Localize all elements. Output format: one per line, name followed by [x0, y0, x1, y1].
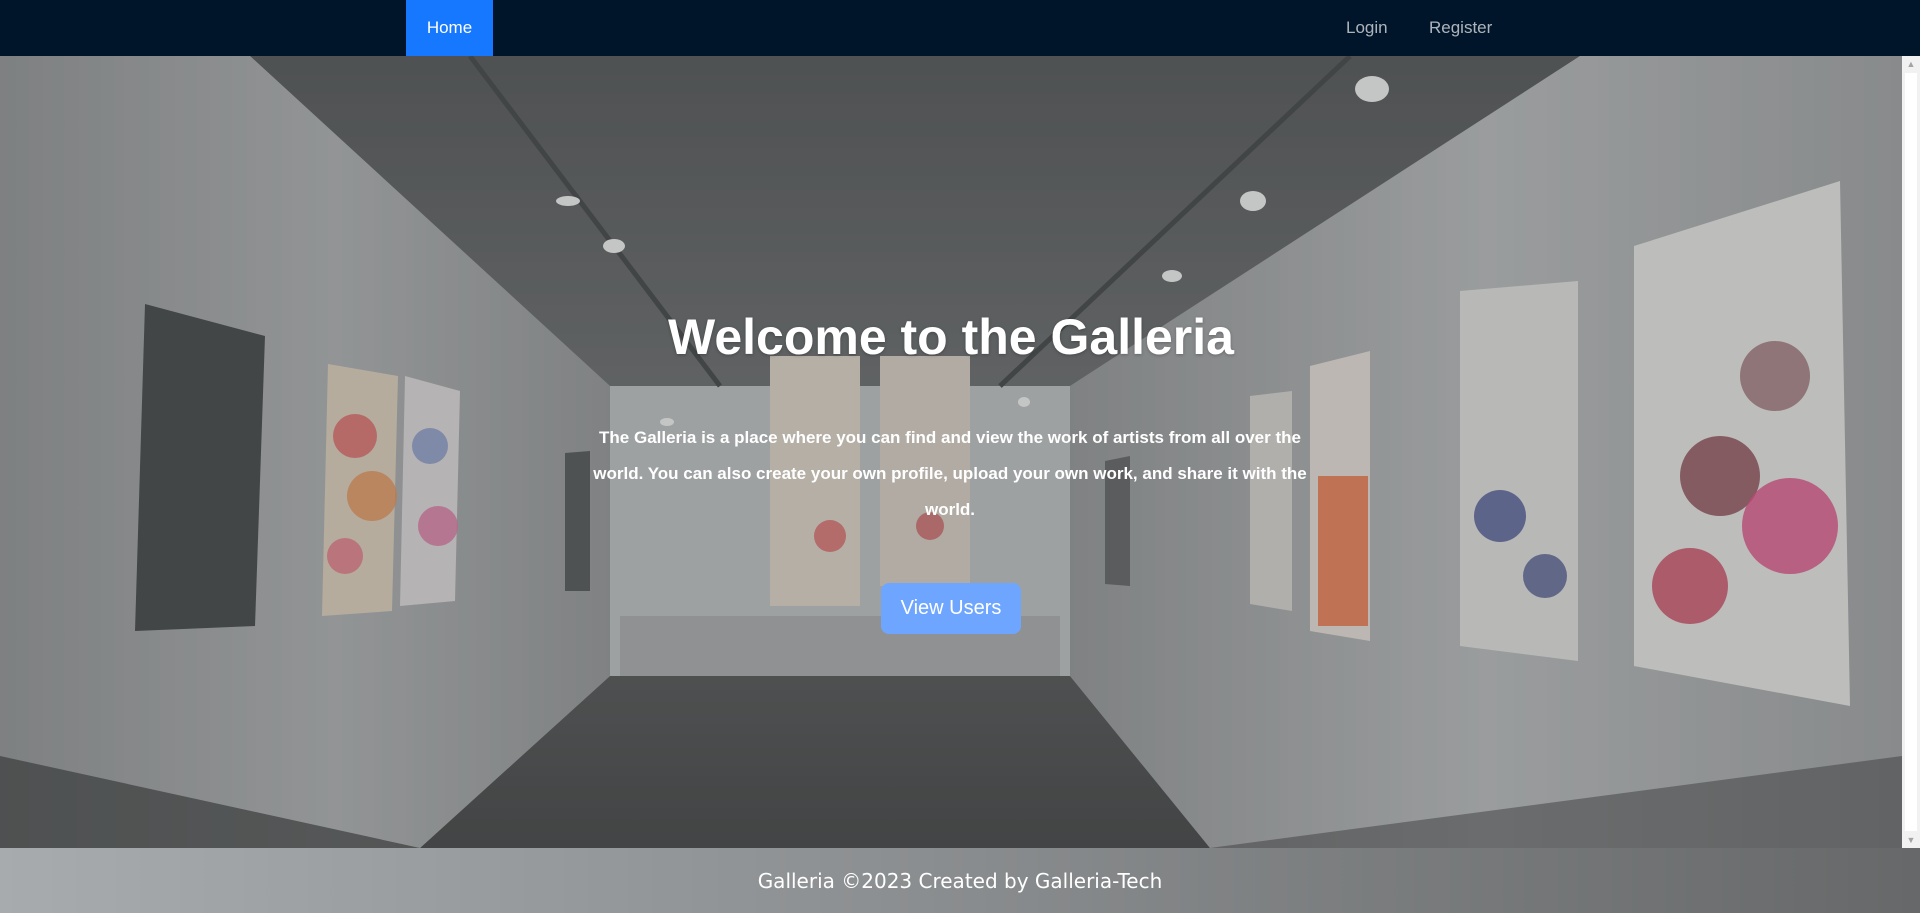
nav-register-link[interactable]: Register — [1429, 18, 1492, 38]
nav-home-link[interactable]: Home — [406, 0, 493, 56]
triangle-down-icon[interactable]: ▼ — [1902, 832, 1920, 848]
hero-content: Welcome to the Galleria The Galleria is … — [0, 56, 1902, 848]
page-footer: Galleria ©2023 Created by Galleria-Tech — [0, 848, 1920, 913]
vertical-scrollbar[interactable]: ▲ ▼ — [1902, 56, 1920, 848]
view-users-button[interactable]: View Users — [881, 583, 1021, 634]
hero-description: The Galleria is a place where you can fi… — [593, 428, 1307, 519]
top-navbar: Home Login Register — [0, 0, 1920, 56]
nav-login-item: Login — [1346, 0, 1388, 56]
nav-login-link[interactable]: Login — [1346, 18, 1388, 38]
hero-title: Welcome to the Galleria — [668, 309, 1234, 365]
footer-copyright: Galleria ©2023 Created by Galleria-Tech — [757, 868, 1163, 893]
triangle-up-icon[interactable]: ▲ — [1902, 56, 1920, 72]
scrollbar-thumb[interactable] — [1905, 73, 1917, 831]
nav-register-item: Register — [1429, 0, 1492, 56]
hero-section: Welcome to the Galleria The Galleria is … — [0, 56, 1902, 848]
